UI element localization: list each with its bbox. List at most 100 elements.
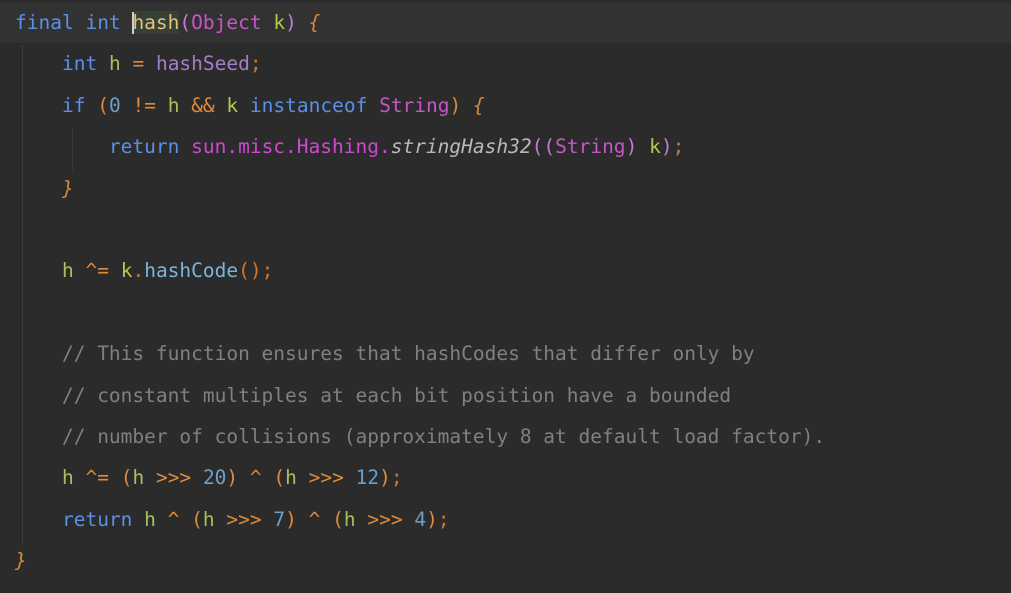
code-token: Object: [191, 11, 262, 34]
code-text: if (0 != h && k instanceof String) {: [15, 85, 485, 126]
code-token: int: [61, 52, 98, 76]
code-line[interactable]: h ^= k.hashCode();: [0, 250, 1011, 291]
code-token: sun.misc.Hashing.: [191, 135, 391, 159]
code-token: hashCode: [144, 259, 239, 283]
code-line[interactable]: // This function ensures that hashCodes …: [0, 333, 1011, 374]
code-line[interactable]: // number of collisions (approximately 8…: [0, 416, 1011, 457]
code-token: ): [285, 507, 297, 531]
code-token: h: [343, 507, 356, 531]
code-token: (: [531, 135, 544, 159]
code-token: ^: [249, 466, 262, 490]
code-token: ): [625, 135, 638, 159]
code-token: >>>: [155, 466, 192, 490]
code-comment: // constant multiples at each bit positi…: [61, 383, 732, 407]
code-token: .: [132, 259, 145, 283]
code-line[interactable]: }: [0, 168, 1011, 209]
code-editor[interactable]: final int hash(Object k) { int h = hashS…: [0, 0, 1011, 593]
code-token: }: [15, 549, 27, 573]
code-token: ^=: [85, 259, 109, 283]
code-token: (: [191, 507, 203, 531]
code-text: // constant multiples at each bit positi…: [15, 375, 731, 416]
code-token: ^: [167, 507, 180, 531]
code-token: (: [179, 11, 192, 34]
code-token: ;: [437, 507, 450, 531]
code-token: stringHash32: [390, 135, 532, 159]
code-text: }: [15, 168, 74, 209]
code-token: instanceof: [249, 93, 368, 117]
code-token: ;: [249, 52, 262, 76]
code-text: return sun.misc.Hashing.stringHash32((St…: [15, 126, 684, 167]
code-token: ^=: [85, 466, 109, 490]
code-token: >>>: [308, 466, 344, 490]
code-token: ): [285, 11, 297, 34]
code-line[interactable]: return sun.misc.Hashing.stringHash32((St…: [0, 126, 1011, 167]
code-token: 0: [108, 93, 121, 117]
code-token: (): [238, 259, 262, 283]
code-token: (: [97, 93, 109, 117]
code-line[interactable]: if (0 != h && k instanceof String) {: [0, 85, 1011, 126]
code-line[interactable]: [0, 209, 1011, 250]
code-text: // number of collisions (approximately 8…: [15, 416, 825, 457]
code-token: >>>: [367, 507, 403, 531]
code-token: h: [61, 466, 74, 490]
code-token: (: [543, 135, 556, 159]
code-line[interactable]: return h ^ (h >>> 7) ^ (h >>> 4);: [0, 499, 1011, 540]
code-token: ): [379, 466, 391, 490]
code-token: ): [660, 135, 673, 159]
code-token: ): [226, 466, 239, 490]
code-line[interactable]: [0, 292, 1011, 333]
code-token: h: [108, 52, 121, 76]
code-token: &&: [191, 93, 215, 117]
code-line[interactable]: int h = hashSeed;: [0, 43, 1011, 84]
code-token: h: [285, 466, 297, 490]
code-token: >>>: [226, 507, 262, 531]
code-token: ;: [390, 466, 403, 490]
text-caret: [132, 11, 135, 34]
code-line[interactable]: }: [0, 540, 1011, 581]
code-token: ): [449, 93, 462, 117]
code-text: int h = hashSeed;: [15, 43, 262, 84]
code-token: h: [61, 259, 74, 283]
code-token: (: [332, 507, 344, 531]
code-line[interactable]: final int hash(Object k) {: [0, 2, 1011, 43]
code-token: if: [61, 93, 86, 117]
code-line[interactable]: // constant multiples at each bit positi…: [0, 375, 1011, 416]
code-token: ^: [308, 507, 321, 531]
code-line[interactable]: h ^= (h >>> 20) ^ (h >>> 12);: [0, 457, 1011, 498]
code-text: h ^= k.hashCode();: [15, 250, 273, 291]
